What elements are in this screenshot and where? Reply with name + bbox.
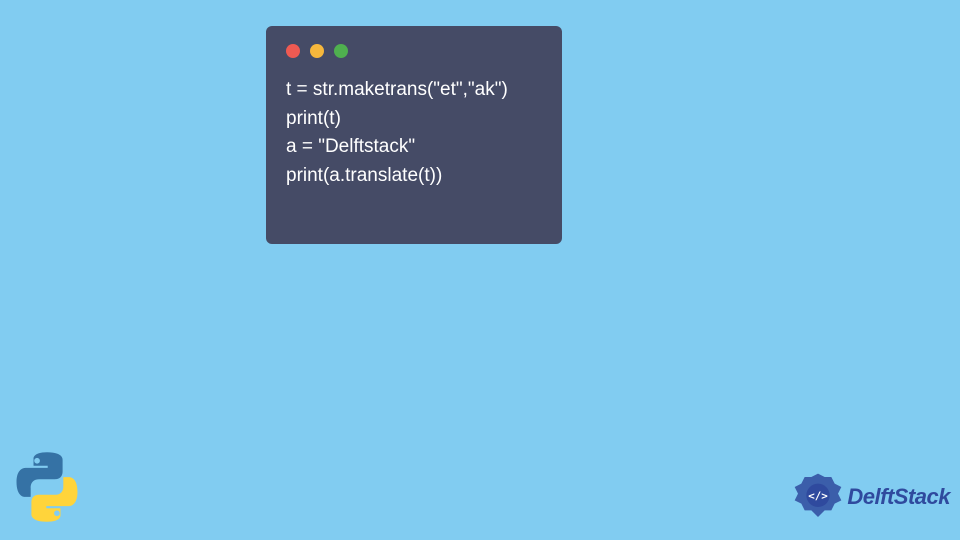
delftstack-text: DelftStack xyxy=(847,484,950,510)
close-dot-icon xyxy=(286,44,300,58)
code-line-2: print(t) xyxy=(286,105,542,134)
code-line-4: print(a.translate(t)) xyxy=(286,162,542,191)
maximize-dot-icon xyxy=(334,44,348,58)
window-controls xyxy=(286,44,542,58)
delftstack-logo: </> DelftStack xyxy=(793,472,950,522)
delftstack-badge-icon: </> xyxy=(793,472,843,522)
python-logo-icon xyxy=(8,448,86,526)
code-line-1: t = str.maketrans("et","ak") xyxy=(286,76,542,105)
code-window: t = str.maketrans("et","ak") print(t) a … xyxy=(266,26,562,244)
svg-text:</>: </> xyxy=(809,490,829,503)
minimize-dot-icon xyxy=(310,44,324,58)
code-line-3: a = "Delftstack" xyxy=(286,133,542,162)
